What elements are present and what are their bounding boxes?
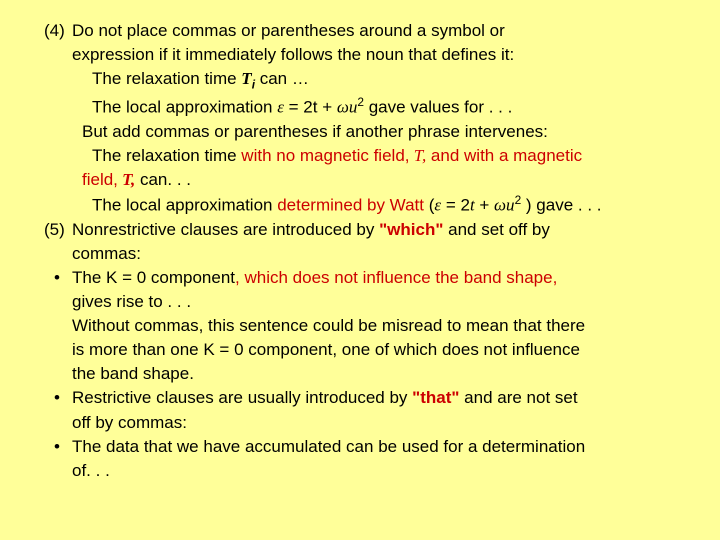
text: Without commas, this sentence could be m… (72, 316, 585, 335)
text: commas: (72, 244, 141, 263)
text: the band shape. (72, 364, 194, 383)
text: The relaxation time (92, 69, 241, 88)
symbol-omega-u: ωu (337, 98, 358, 117)
text: expression if it immediately follows the… (72, 45, 514, 64)
text: can … (255, 69, 309, 88)
symbol-T-red: T, (410, 146, 427, 165)
text: off by commas: (72, 413, 187, 432)
text: = 2t + (284, 98, 337, 117)
bullet1-line1: •The K = 0 component, which does not inf… (72, 267, 690, 289)
rule4-ex2: The local approximation ε = 2t + ωu2 gav… (92, 95, 690, 119)
text: gave values for . . . (364, 98, 512, 117)
red-clause: , which does not influence the band shap… (235, 268, 557, 287)
red-phrase: with no magnetic field, (241, 146, 409, 165)
text: The local approximation (92, 98, 277, 117)
text: But add commas or parentheses if another… (82, 122, 548, 141)
bullet3-line2: of. . . (72, 460, 690, 482)
text: gives rise to . . . (72, 292, 191, 311)
rule4-ex3-line2: field, T, can. . . (82, 169, 690, 191)
text: The local approximation (92, 196, 277, 215)
text: Restrictive clauses are usually introduc… (72, 388, 412, 407)
text: = 2 (441, 196, 470, 215)
text: Do not place commas or parentheses aroun… (72, 21, 505, 40)
bullet2-line2: off by commas: (72, 412, 690, 434)
text: of. . . (72, 461, 110, 480)
bullet1-line3: Without commas, this sentence could be m… (72, 315, 690, 337)
rule5-number: (5) (44, 219, 72, 241)
red-phrase: and with a magnetic (426, 146, 582, 165)
bullet3-line1: •The data that we have accumulated can b… (72, 436, 690, 458)
red-which: "which" (379, 220, 443, 239)
bullet2-line1: •Restrictive clauses are usually introdu… (72, 387, 690, 409)
red-that: "that" (412, 388, 459, 407)
text: and are not set (459, 388, 577, 407)
rule5-line2: commas: (72, 243, 690, 265)
text: ) gave . . . (521, 196, 601, 215)
rule5-line1: (5)Nonrestrictive clauses are introduced… (72, 219, 690, 241)
rule4-line2: expression if it immediately follows the… (72, 44, 690, 66)
red-phrase: field, (82, 170, 118, 189)
red-phrase: determined by Watt (277, 196, 429, 215)
rule4-ex3-line1: The relaxation time with no magnetic fie… (92, 145, 690, 167)
rule4-ex4: The local approximation determined by Wa… (92, 193, 690, 217)
bullet1-line5: the band shape. (72, 363, 690, 385)
rule4-but: But add commas or parentheses if another… (82, 121, 690, 143)
bullet1-line4: is more than one K = 0 component, one of… (72, 339, 690, 361)
bullet-icon: • (54, 436, 72, 458)
text: is more than one K = 0 component, one of… (72, 340, 580, 359)
text: + (475, 196, 494, 215)
bullet-icon: • (54, 387, 72, 409)
text: The relaxation time (92, 146, 241, 165)
symbol-epsilon: ε (277, 98, 284, 117)
bullet-icon: • (54, 267, 72, 289)
text: and set off by (443, 220, 549, 239)
text: Nonrestrictive clauses are introduced by (72, 220, 379, 239)
symbol-omega-u: ωu (494, 196, 515, 215)
text: The K = 0 component (72, 268, 235, 287)
bullet1-line2: gives rise to . . . (72, 291, 690, 313)
superscript-2: 2 (357, 95, 364, 109)
rule4-number: (4) (44, 20, 72, 42)
symbol-T: T (241, 69, 251, 88)
rule4-line1: (4)Do not place commas or parentheses ar… (72, 20, 690, 42)
rule4-ex1: The relaxation time Ti can … (92, 68, 690, 93)
symbol-T-red-bold: T, (118, 170, 135, 189)
text: can. . . (135, 170, 191, 189)
slide-body: (4)Do not place commas or parentheses ar… (0, 0, 720, 494)
text: The data that we have accumulated can be… (72, 437, 585, 456)
